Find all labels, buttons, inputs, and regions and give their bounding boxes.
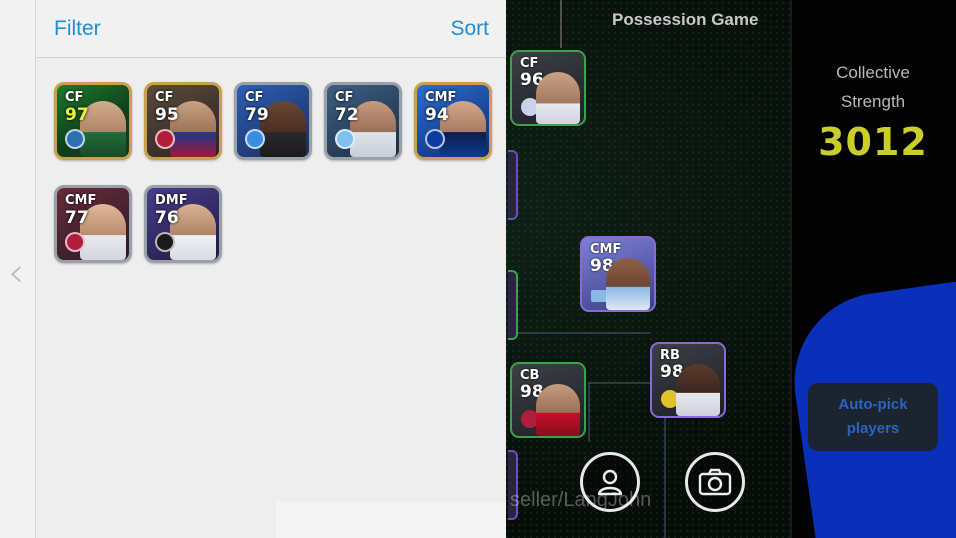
player-portrait [536,72,580,124]
card-rating: 97 [65,105,89,125]
card-rating: 79 [245,105,269,125]
label-line: Strength [840,92,906,111]
divider [560,0,562,48]
camera-icon [698,468,732,496]
club-badge-icon [155,129,175,149]
sort-button[interactable]: Sort [450,17,489,41]
club-badge-icon [65,232,85,252]
club-badge-icon [335,129,355,149]
player-card[interactable]: CMF 77 [54,185,132,263]
collective-strength-value: 3012 [818,120,928,164]
collective-strength-label: Collective Strength [800,58,946,116]
player-card[interactable]: DMF 76 [144,185,222,263]
label-line: Collective [836,63,910,82]
player-portrait [536,384,580,436]
card-position: CB [520,368,540,383]
card-position: DMF [155,193,188,208]
drawer-edge: ‹ [0,0,36,538]
partial-player-card[interactable] [508,150,518,220]
pitch-player-card[interactable]: CB 98 [510,362,586,438]
watermark-text: seller/LangJohn [510,489,652,511]
pitch-line [664,418,666,538]
filter-button[interactable]: Filter [54,17,101,41]
player-card[interactable]: CMF 94 [414,82,492,160]
card-position: CMF [425,90,457,105]
player-portrait [606,258,650,310]
card-rating: 95 [155,105,179,125]
button-label-line: Auto-pick [838,396,908,413]
player-selection-drawer: Filter Sort CF 97 CF 95 CF 79 CF 72 CMF 94 CMF 77 DM… [36,0,506,538]
card-position: CF [335,90,354,105]
player-card[interactable]: CF 72 [324,82,402,160]
card-position: CF [520,56,539,71]
card-rating: 76 [155,208,179,228]
card-position: CMF [590,242,622,257]
drawer-footer [276,502,506,538]
player-card[interactable]: CF 97 [54,82,132,160]
player-portrait [676,364,720,416]
auto-pick-players-button[interactable]: Auto-pick players [808,383,938,451]
club-badge-icon [155,232,175,252]
chevron-left-icon[interactable]: ‹ [8,250,24,296]
pitch-player-card[interactable]: RB 98 [650,342,726,418]
club-badge-icon [65,129,85,149]
screenshot-button[interactable] [685,452,745,512]
card-position: CF [245,90,264,105]
pitch-line [588,382,590,442]
pitch-player-card[interactable]: CF 96 [510,50,586,126]
pitch-line [588,382,652,384]
button-label-line: players [846,420,900,437]
pitch-line [510,332,650,334]
player-card[interactable]: CF 79 [234,82,312,160]
club-badge-icon [425,129,445,149]
card-position: CMF [65,193,97,208]
drawer-header: Filter Sort [36,0,506,58]
card-position: CF [65,90,84,105]
game-mode-title: Possession Game [612,10,759,29]
card-position: RB [660,348,680,363]
card-rating: 77 [65,208,89,228]
club-badge-icon [245,129,265,149]
screen: CF 96 CMF 98 CB 98 RB 98 Possession Game… [0,0,956,538]
card-rating: 94 [425,105,449,125]
card-rating: 72 [335,105,359,125]
pitch-player-card[interactable]: CMF 98 [580,236,656,312]
card-position: CF [155,90,174,105]
player-card[interactable]: CF 95 [144,82,222,160]
partial-player-card[interactable] [508,270,518,340]
